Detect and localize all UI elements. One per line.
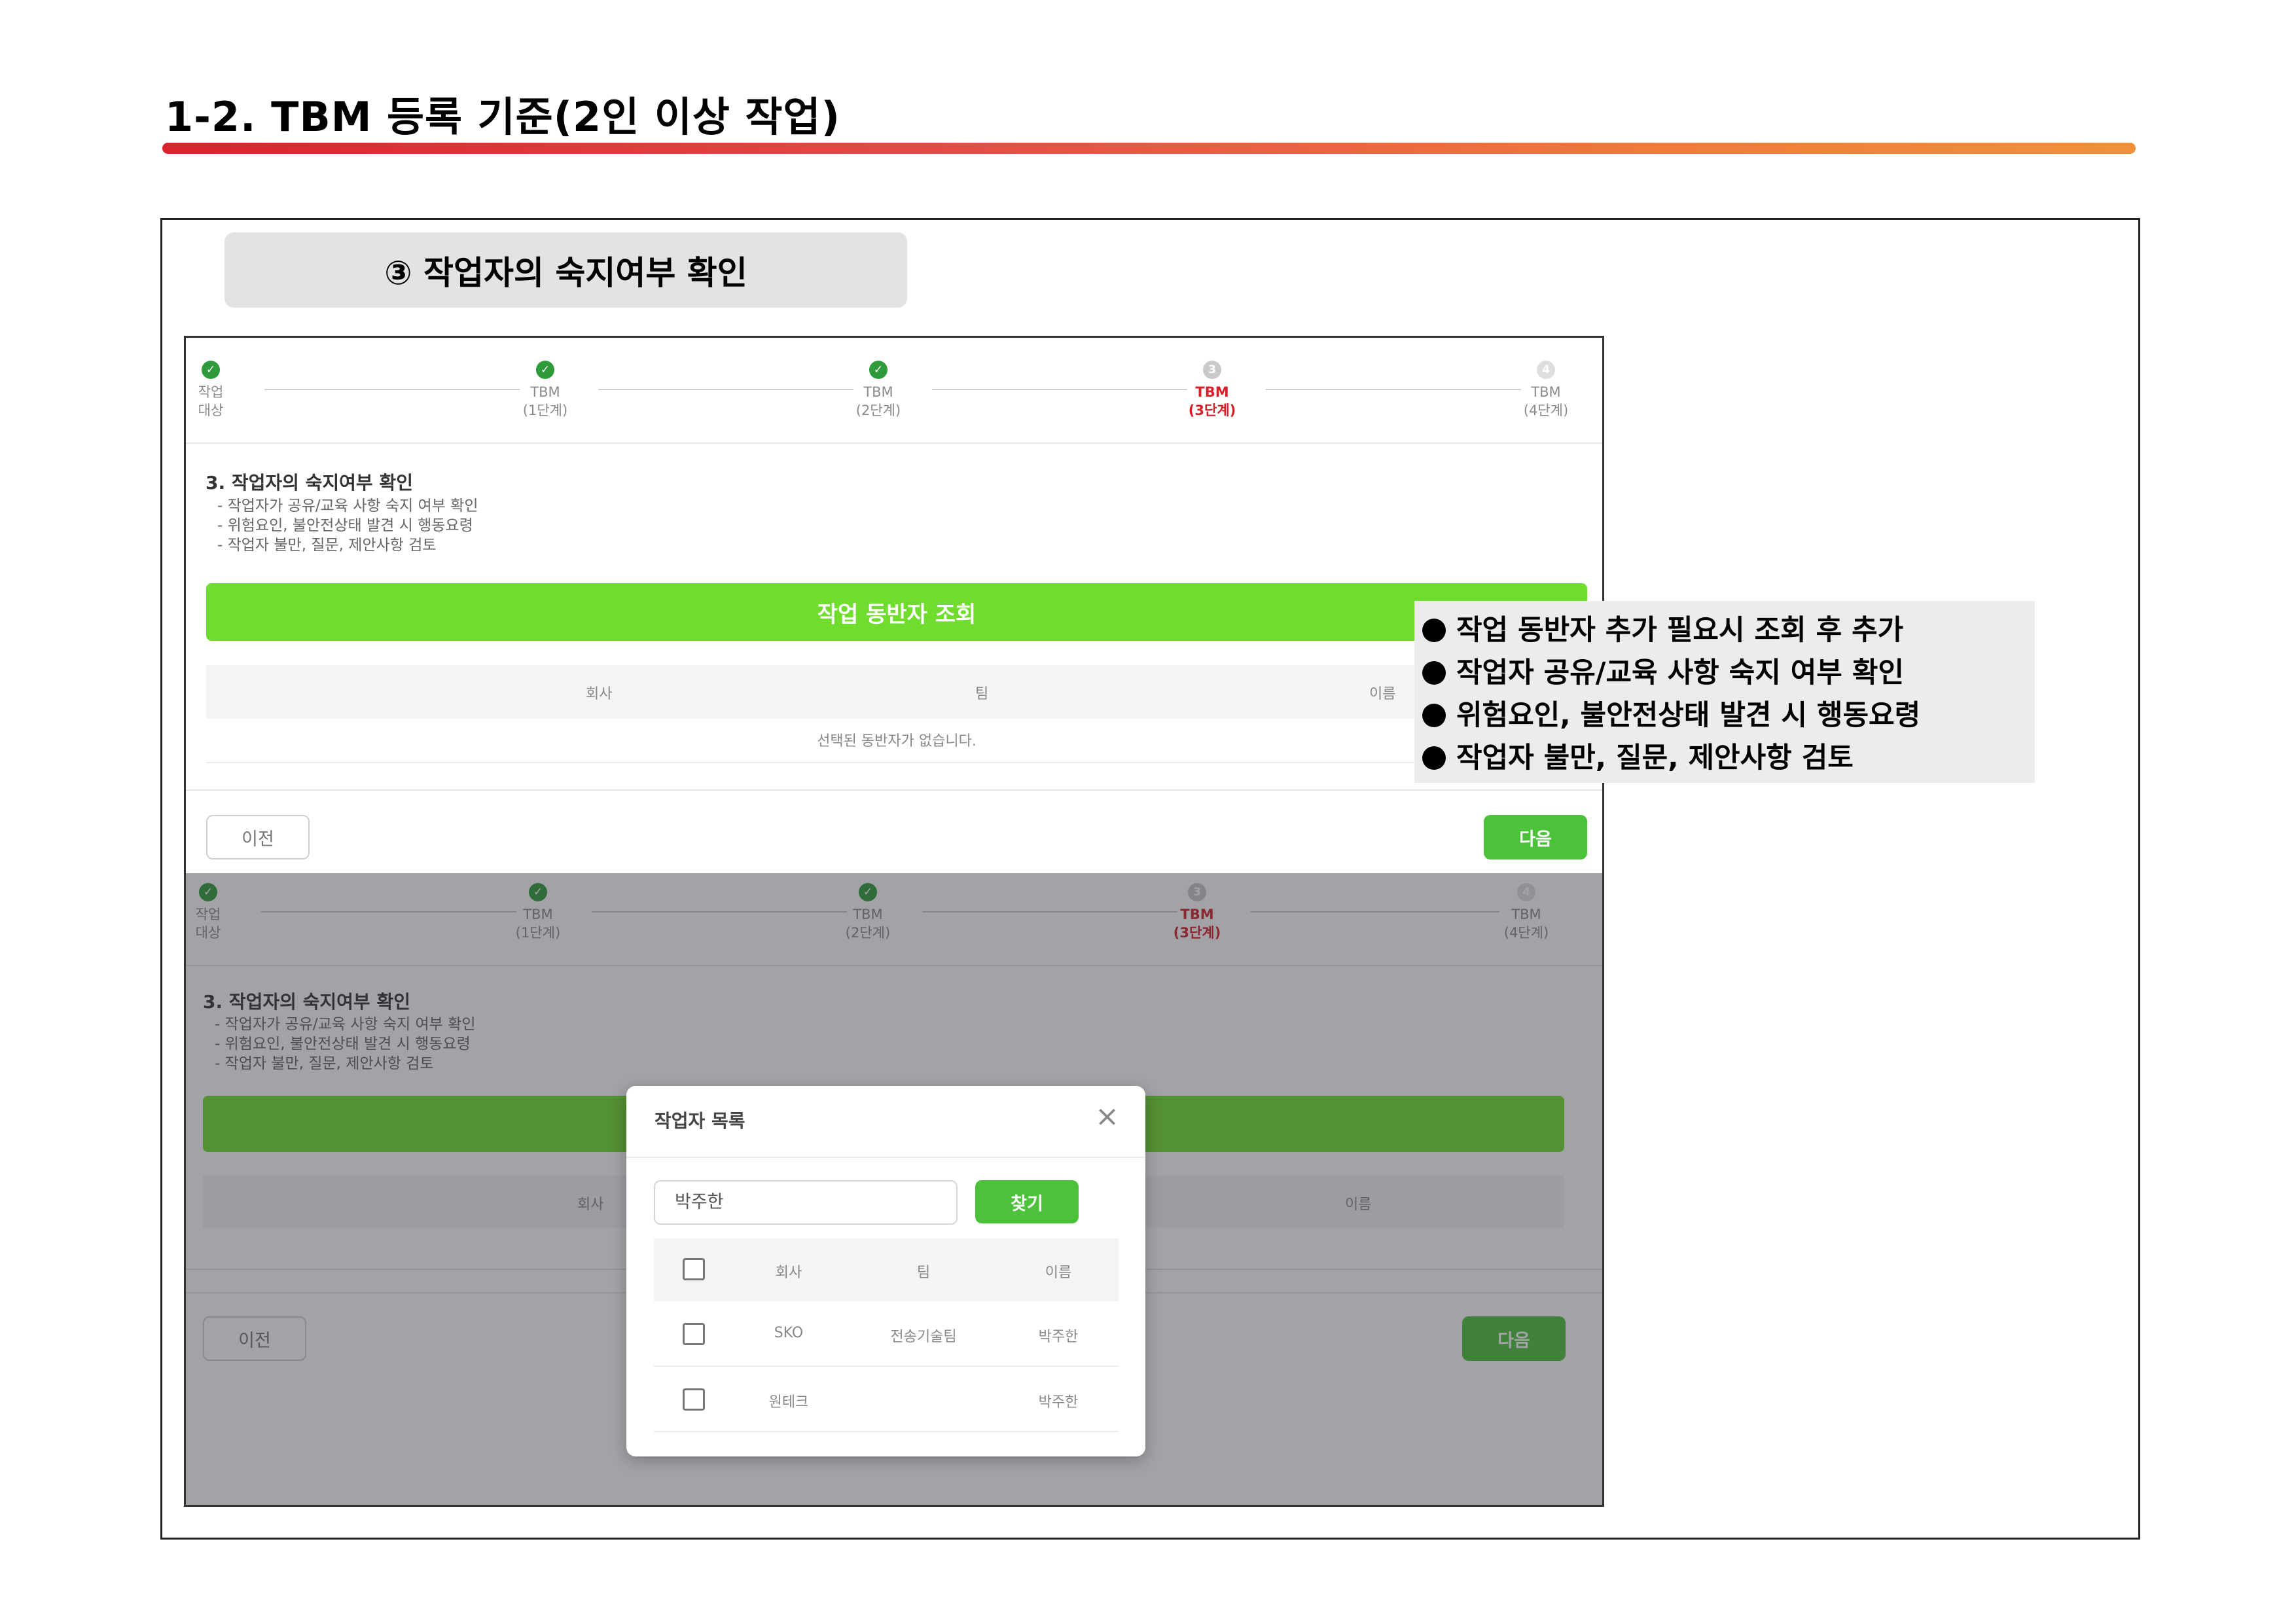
row-checkbox[interactable] [683, 1323, 705, 1345]
step-connector [264, 389, 520, 390]
column-name: 이름 [1045, 1265, 1072, 1281]
title-underline [162, 143, 2136, 154]
table-row[interactable]: 원테크 박주한 [654, 1367, 1119, 1432]
callout-item: 작업 동반자 추가 필요시 조회 후 추가 [1422, 607, 1903, 648]
bullet-icon [1422, 619, 1446, 642]
progress-stepper: ✓ 작업 대상 ✓ TBM (1단계) ✓ TBM (2단계) 3 TBM (3… [186, 338, 1602, 429]
callout-item: 위험요인, 불안전상태 발견 시 행동요령 [1422, 693, 1920, 733]
bullet-icon [1422, 661, 1446, 685]
callout-box: 작업 동반자 추가 필요시 조회 후 추가 작업자 공유/교육 사항 숙지 여부… [1414, 601, 2035, 783]
column-company: 회사 [775, 1265, 802, 1281]
step-label: ③ 작업자의 숙지여부 확인 [224, 232, 907, 308]
step-tbm-3[interactable]: 3 TBM (3단계) [1173, 361, 1251, 420]
modal-title: 작업자 목록 [655, 1110, 745, 1132]
slide-title: 1-2. TBM 등록 기준(2인 이상 작업) [165, 93, 840, 141]
callout-item: 작업자 공유/교육 사항 숙지 여부 확인 [1422, 650, 1904, 691]
companion-table-header: 회사 팀 이름 [206, 665, 1587, 719]
next-button[interactable]: 다음 [1484, 815, 1587, 859]
row-checkbox[interactable] [683, 1388, 705, 1411]
column-company: 회사 [586, 686, 613, 702]
worker-list-modal: 작업자 목록 × 박주한 찾기 회사 팀 이름 SKO 전송기술팀 박주한 원테… [626, 1086, 1145, 1456]
step-work-target[interactable]: ✓ 작업 대상 [186, 361, 250, 420]
close-icon[interactable]: × [1095, 1100, 1119, 1133]
step-tbm-4[interactable]: 4 TBM (4단계) [1507, 361, 1585, 420]
step-number-icon: 3 [1203, 361, 1221, 379]
bullet-icon [1422, 704, 1446, 727]
step-tbm-1[interactable]: ✓ TBM (1단계) [506, 361, 584, 420]
companion-search-button[interactable]: 작업 동반자 조회 [206, 583, 1587, 641]
check-icon: ✓ [536, 361, 554, 379]
empty-table-message: 선택된 동반자가 없습니다. [206, 720, 1587, 763]
divider [186, 789, 1602, 791]
step-connector [932, 389, 1187, 390]
select-all-checkbox[interactable] [683, 1258, 705, 1280]
step-connector [1266, 389, 1521, 390]
step-connector [598, 389, 853, 390]
check-icon: ✓ [202, 361, 220, 379]
search-button[interactable]: 찾기 [975, 1180, 1079, 1223]
callout-item: 작업자 불만, 질문, 제안사항 검토 [1422, 735, 1854, 776]
section-title: 3. 작업자의 숙지여부 확인 [206, 472, 413, 494]
column-team: 팀 [916, 1265, 931, 1281]
step-tbm-2[interactable]: ✓ TBM (2단계) [839, 361, 918, 420]
column-name: 이름 [1369, 686, 1396, 702]
section-bullets: - 작업자가 공유/교육 사항 숙지 여부 확인 - 위험요인, 불안전상태 발… [217, 497, 478, 554]
table-row[interactable]: SKO 전송기술팀 박주한 [654, 1301, 1119, 1367]
divider [626, 1157, 1145, 1158]
screenshot-frame: ✓ 작업 대상 ✓ TBM (1단계) ✓ TBM (2단계) 3 TBM (3… [184, 336, 1604, 1507]
worker-search-input[interactable]: 박주한 [654, 1180, 958, 1225]
column-team: 팀 [975, 686, 989, 702]
prev-button[interactable]: 이전 [206, 815, 310, 859]
check-icon: ✓ [869, 361, 888, 379]
bullet-icon [1422, 746, 1446, 770]
worker-table-header: 회사 팀 이름 [654, 1238, 1119, 1301]
divider [186, 442, 1602, 444]
step-number-icon: 4 [1537, 361, 1555, 379]
